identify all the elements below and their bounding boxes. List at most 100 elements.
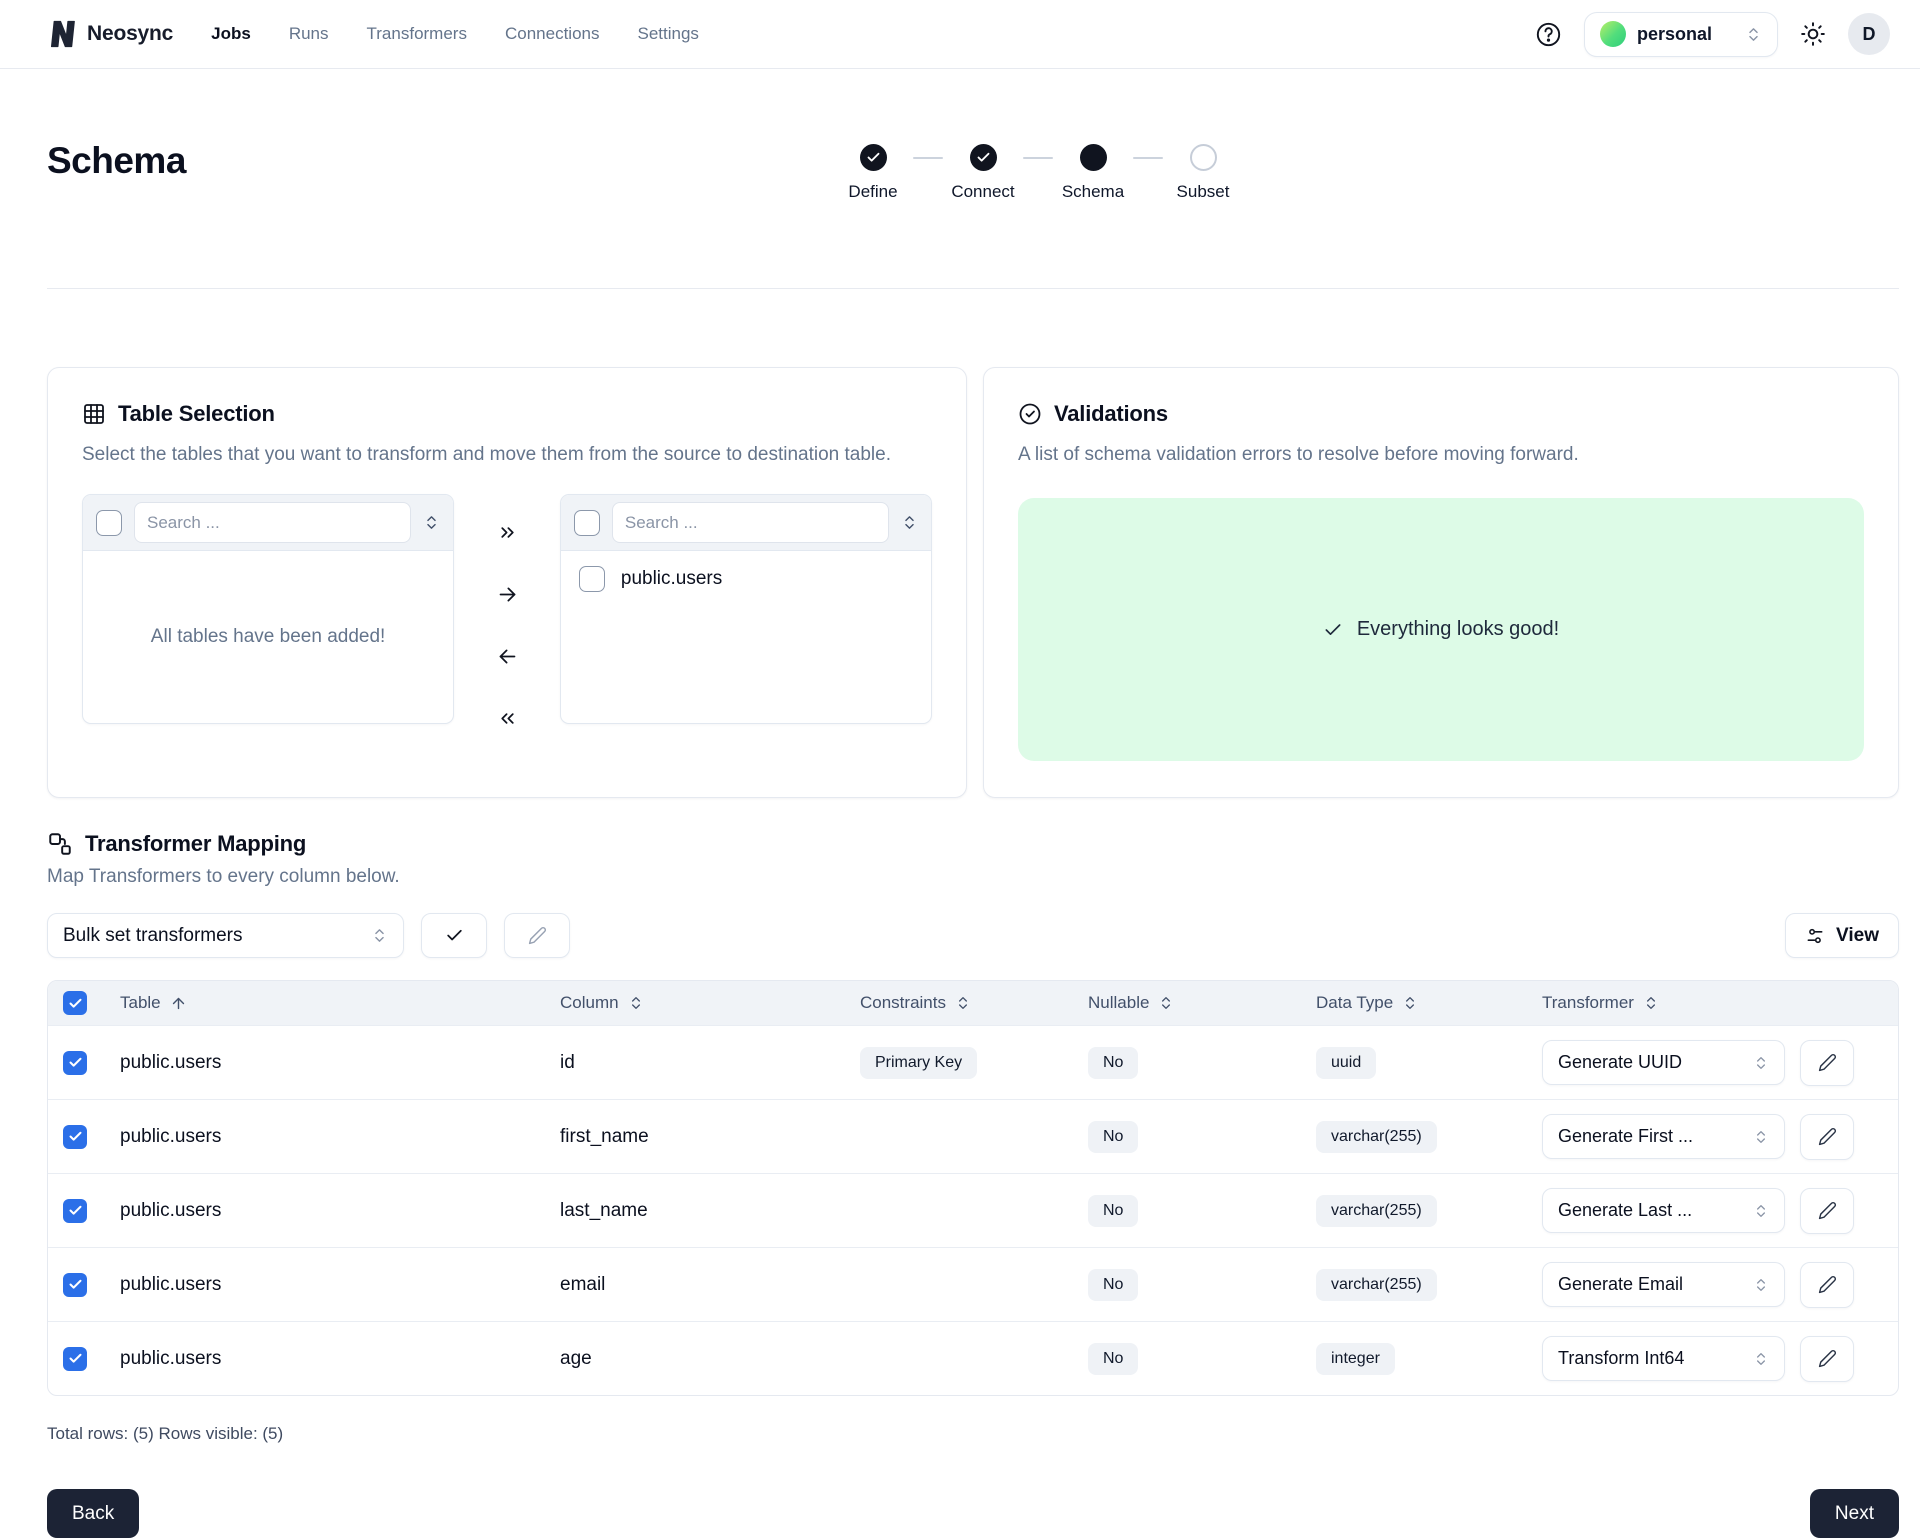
column-header-nullable[interactable]: Nullable xyxy=(1072,993,1300,1013)
edit-bulk-button[interactable] xyxy=(504,913,570,958)
select-all-checkbox[interactable] xyxy=(63,991,87,1015)
step-current-icon xyxy=(1080,144,1107,171)
workspace-avatar xyxy=(1600,21,1626,47)
step-schema[interactable]: Schema xyxy=(1059,144,1127,202)
edit-transformer-button[interactable] xyxy=(1800,1114,1854,1160)
cell-column: email xyxy=(544,1274,844,1296)
step-label: Define xyxy=(848,182,897,202)
row-checkbox[interactable] xyxy=(63,1125,87,1149)
transformer-select-value: Generate Last ... xyxy=(1558,1200,1692,1221)
transformer-select-value: Generate Email xyxy=(1558,1274,1683,1295)
transformer-mapping-title: Transformer Mapping xyxy=(85,831,306,857)
column-header-constraints[interactable]: Constraints xyxy=(844,993,1072,1013)
step-upcoming-icon xyxy=(1190,144,1217,171)
source-search-input[interactable] xyxy=(134,502,411,543)
nullable-badge: No xyxy=(1088,1047,1138,1079)
rows-summary: Total rows: (5) Rows visible: (5) xyxy=(47,1424,1899,1444)
bulk-set-transformers-select[interactable]: Bulk set transformers xyxy=(47,913,404,958)
validation-success-panel: Everything looks good! xyxy=(1018,498,1864,761)
table-icon xyxy=(82,402,106,426)
top-nav: Neosync Jobs Runs Transformers Connectio… xyxy=(0,0,1920,69)
constraint-badge: Primary Key xyxy=(860,1047,977,1079)
wizard-stepper: Define Connect Schema Subset xyxy=(839,144,1237,202)
chevron-up-down-icon xyxy=(1753,1203,1769,1219)
column-header-transformer[interactable]: Transformer xyxy=(1526,993,1898,1013)
next-button[interactable]: Next xyxy=(1810,1489,1899,1538)
theme-toggle-sun-icon[interactable] xyxy=(1800,21,1826,47)
nav-item-connections[interactable]: Connections xyxy=(505,24,600,44)
pencil-icon xyxy=(1818,1127,1837,1146)
table-item-checkbox[interactable] xyxy=(579,566,605,592)
bulk-select-value: Bulk set transformers xyxy=(63,925,243,947)
brand[interactable]: Neosync xyxy=(47,19,173,49)
nav-item-jobs[interactable]: Jobs xyxy=(211,24,251,44)
cell-column: last_name xyxy=(544,1200,844,1222)
transformer-select[interactable]: Transform Int64 xyxy=(1542,1336,1785,1381)
nav-item-transformers[interactable]: Transformers xyxy=(367,24,467,44)
row-checkbox[interactable] xyxy=(63,1051,87,1075)
validations-description: A list of schema validation errors to re… xyxy=(1018,441,1848,468)
step-subset[interactable]: Subset xyxy=(1169,144,1237,202)
cell-table: public.users xyxy=(104,1274,544,1296)
destination-search-input[interactable] xyxy=(612,502,889,543)
nav-item-runs[interactable]: Runs xyxy=(289,24,329,44)
cell-table: public.users xyxy=(104,1052,544,1074)
help-icon[interactable] xyxy=(1535,21,1562,48)
edit-transformer-button[interactable] xyxy=(1800,1040,1854,1086)
pencil-icon xyxy=(1818,1349,1837,1368)
user-avatar[interactable]: D xyxy=(1848,13,1890,55)
destination-table-panel: public.users xyxy=(560,494,932,724)
edit-transformer-button[interactable] xyxy=(1800,1336,1854,1382)
table-row: public.users age No integer Transform In… xyxy=(48,1321,1898,1395)
move-left-icon[interactable] xyxy=(489,638,525,674)
transformer-select-value: Generate First ... xyxy=(1558,1126,1693,1147)
transformer-select[interactable]: Generate UUID xyxy=(1542,1040,1785,1085)
table-selection-description: Select the tables that you want to trans… xyxy=(82,441,912,468)
check-icon xyxy=(445,926,464,945)
table-row: public.users first_name No varchar(255) … xyxy=(48,1099,1898,1173)
chevron-up-down-icon xyxy=(1753,1277,1769,1293)
chevron-up-down-icon xyxy=(1753,1055,1769,1071)
move-right-icon[interactable] xyxy=(489,576,525,612)
sort-chevrons-icon xyxy=(628,995,644,1011)
chevron-up-down-icon xyxy=(371,927,388,944)
step-connect[interactable]: Connect xyxy=(949,144,1017,202)
chevron-up-down-icon xyxy=(1753,1129,1769,1145)
back-button[interactable]: Back xyxy=(47,1489,139,1538)
sort-chevrons-icon[interactable] xyxy=(423,514,440,531)
step-define[interactable]: Define xyxy=(839,144,907,202)
move-all-right-icon[interactable] xyxy=(489,514,525,550)
step-connector xyxy=(913,157,943,159)
pencil-icon xyxy=(1818,1053,1837,1072)
move-all-left-icon[interactable] xyxy=(489,700,525,736)
cell-table: public.users xyxy=(104,1126,544,1148)
transformer-select[interactable]: Generate First ... xyxy=(1542,1114,1785,1159)
sort-chevrons-icon[interactable] xyxy=(901,514,918,531)
mapping-toolbar: Bulk set transformers xyxy=(47,913,1899,958)
workspace-selector[interactable]: personal xyxy=(1584,12,1778,57)
data-type-badge: varchar(255) xyxy=(1316,1269,1437,1301)
column-header-table[interactable]: Table xyxy=(104,993,544,1013)
sort-chevrons-icon xyxy=(1402,995,1418,1011)
edit-transformer-button[interactable] xyxy=(1800,1262,1854,1308)
nullable-badge: No xyxy=(1088,1269,1138,1301)
destination-select-all-checkbox[interactable] xyxy=(574,510,600,536)
column-header-data-type[interactable]: Data Type xyxy=(1300,993,1526,1013)
view-button[interactable]: View xyxy=(1785,913,1899,958)
row-checkbox[interactable] xyxy=(63,1273,87,1297)
transformer-mapping-subtitle: Map Transformers to every column below. xyxy=(47,866,1899,888)
transformer-select[interactable]: Generate Last ... xyxy=(1542,1188,1785,1233)
transformer-select[interactable]: Generate Email xyxy=(1542,1262,1785,1307)
row-checkbox[interactable] xyxy=(63,1347,87,1371)
list-item[interactable]: public.users xyxy=(561,551,931,592)
column-header-column[interactable]: Column xyxy=(544,993,844,1013)
cell-column: id xyxy=(544,1052,844,1074)
apply-bulk-button[interactable] xyxy=(421,913,487,958)
step-label: Connect xyxy=(951,182,1014,202)
row-checkbox[interactable] xyxy=(63,1199,87,1223)
circle-check-icon xyxy=(1018,402,1042,426)
table-selection-card: Table Selection Select the tables that y… xyxy=(47,367,967,798)
nav-item-settings[interactable]: Settings xyxy=(637,24,698,44)
source-select-all-checkbox[interactable] xyxy=(96,510,122,536)
edit-transformer-button[interactable] xyxy=(1800,1188,1854,1234)
